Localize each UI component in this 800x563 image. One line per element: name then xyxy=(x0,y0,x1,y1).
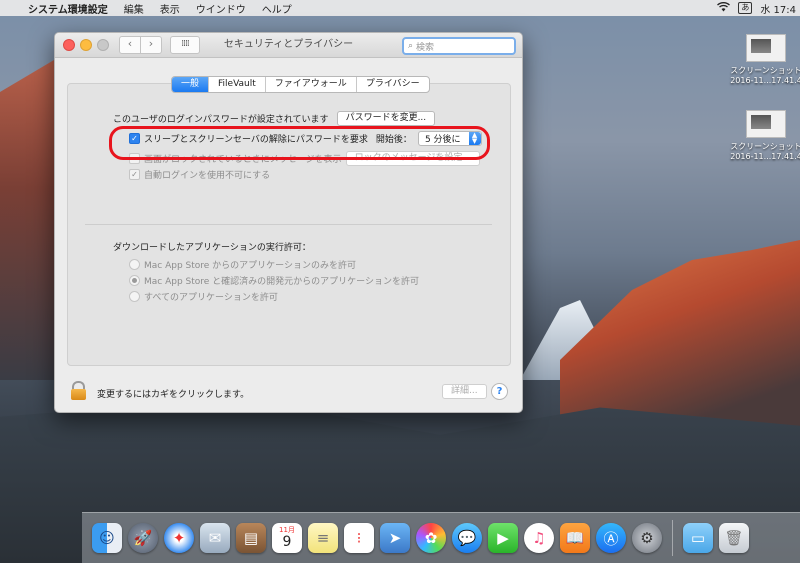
launchpad-icon[interactable]: 🚀 xyxy=(128,523,158,553)
screenshot-thumbnail-icon xyxy=(746,110,786,138)
dock-separator xyxy=(672,520,673,556)
mail-icon[interactable]: ✉ xyxy=(200,523,230,553)
ibooks-icon[interactable]: 📖 xyxy=(560,523,590,553)
input-source-icon[interactable]: あ xyxy=(738,2,753,14)
menu-app-name[interactable]: システム環境設定 xyxy=(26,1,116,16)
downloads-heading: ダウンロードしたアプリケーションの実行許可： xyxy=(113,240,311,253)
annotation-highlight-oval xyxy=(109,126,490,160)
zoom-window-button[interactable] xyxy=(97,39,109,51)
downloads-folder-icon[interactable]: ▭ xyxy=(683,523,713,553)
contacts-icon[interactable]: ▤ xyxy=(236,523,266,553)
password-row: このユーザのログインパスワードが設定されています パスワードを変更... xyxy=(113,111,436,126)
screenshot-thumbnail-icon xyxy=(746,34,786,62)
show-all-grid-button[interactable]: ⁞⁞⁞⁞ xyxy=(170,36,200,54)
desktop-icon-label: スクリーンショット xyxy=(730,142,800,151)
desktop-screenshot-1[interactable]: スクリーンショット 2016-11...17.41.4 xyxy=(726,34,800,86)
menu-clock[interactable]: 水 17:4 xyxy=(760,1,796,16)
menu-bar: システム環境設定 編集 表示 ウインドウ ヘルプ あ 水 17:4 xyxy=(0,0,800,16)
lock-text-row: 変更するにはカギをクリックします。 xyxy=(97,387,249,400)
disable-autologin-row: ✓ 自動ログインを使用不可にする xyxy=(129,168,270,181)
tab-filevault[interactable]: FileVault xyxy=(208,77,265,92)
dock: ☺ 🚀 ✦ ✉ ▤ 11月 9 ≡ ⁝ ➤ ✿ 💬 ▶ ♫ 📖 Ⓐ ⚙ ▭ 🗑 xyxy=(82,512,800,563)
calendar-icon[interactable]: 11月 9 xyxy=(272,523,302,553)
password-status-label: このユーザのログインパスワードが設定されています xyxy=(113,115,329,125)
desktop-screenshot-2[interactable]: スクリーンショット 2016-11...17.41.4 xyxy=(726,110,800,162)
desktop-icon-date: 2016-11...17.41.4 xyxy=(730,76,800,85)
calendar-day: 9 xyxy=(282,534,292,550)
facetime-icon[interactable]: ▶ xyxy=(488,523,518,553)
downloads-heading-label: ダウンロードしたアプリケーションの実行許可： xyxy=(113,243,311,253)
notes-icon[interactable]: ≡ xyxy=(308,523,338,553)
close-window-button[interactable] xyxy=(63,39,75,51)
calendar-month: 11月 xyxy=(279,526,295,534)
trash-icon[interactable]: 🗑 xyxy=(719,523,749,553)
photos-icon[interactable]: ✿ xyxy=(416,523,446,553)
security-privacy-window: ‹ › ⁞⁞⁞⁞ セキュリティとプライバシー ⌕ 検索 一般 FileVault… xyxy=(54,32,523,413)
tab-privacy[interactable]: プライバシー xyxy=(355,77,429,92)
advanced-button[interactable]: 詳細... xyxy=(442,384,487,399)
forward-button[interactable]: › xyxy=(141,36,162,54)
desktop-icon-label: スクリーンショット xyxy=(730,66,800,75)
search-icon: ⌕ xyxy=(408,41,414,51)
radio-button[interactable] xyxy=(129,291,140,302)
lock-instruction-text: 変更するにはカギをクリックします。 xyxy=(97,390,250,400)
finder-icon[interactable]: ☺ xyxy=(92,523,122,553)
window-titlebar[interactable]: ‹ › ⁞⁞⁞⁞ セキュリティとプライバシー ⌕ 検索 xyxy=(55,33,522,58)
menu-help[interactable]: ヘルプ xyxy=(254,1,300,16)
radio-label: Mac App Store と確認済みの開発元からのアプリケーションを許可 xyxy=(144,277,420,287)
radio-label: Mac App Store からのアプリケーションのみを許可 xyxy=(144,261,357,271)
safari-icon[interactable]: ✦ xyxy=(164,523,194,553)
system-preferences-icon[interactable]: ⚙ xyxy=(632,523,662,553)
lock-body xyxy=(71,389,86,400)
history-nav: ‹ › xyxy=(119,36,162,54)
tab-general[interactable]: 一般 xyxy=(172,77,209,92)
search-placeholder: 検索 xyxy=(416,42,435,53)
radio-button[interactable] xyxy=(129,259,140,270)
disable-autologin-label: 自動ログインを使用不可にする xyxy=(144,171,271,181)
change-password-button[interactable]: パスワードを変更... xyxy=(336,111,436,126)
search-field[interactable]: ⌕ 検索 xyxy=(402,37,516,55)
menu-view[interactable]: 表示 xyxy=(152,1,188,16)
reminders-icon[interactable]: ⁝ xyxy=(344,523,374,553)
desktop-icon-date: 2016-11...17.41.4 xyxy=(730,152,800,161)
wifi-icon[interactable] xyxy=(717,1,731,15)
menu-window[interactable]: ウインドウ xyxy=(188,1,254,16)
radio-button[interactable] xyxy=(129,275,140,286)
radio-label: すべてのアプリケーションを許可 xyxy=(144,293,278,303)
back-button[interactable]: ‹ xyxy=(119,36,141,54)
radio-app-store-only[interactable]: Mac App Store からのアプリケーションのみを許可 xyxy=(129,258,356,271)
maps-icon[interactable]: ➤ xyxy=(380,523,410,553)
messages-icon[interactable]: 💬 xyxy=(452,523,482,553)
radio-app-store-identified[interactable]: Mac App Store と確認済みの開発元からのアプリケーションを許可 xyxy=(129,274,419,287)
tab-bar: 一般 FileVault ファイアウォール プライバシー xyxy=(171,76,430,93)
help-button[interactable]: ? xyxy=(491,383,508,400)
radio-anywhere[interactable]: すべてのアプリケーションを許可 xyxy=(129,290,278,303)
minimize-window-button[interactable] xyxy=(80,39,92,51)
disable-autologin-checkbox[interactable]: ✓ xyxy=(129,169,140,180)
app-store-icon[interactable]: Ⓐ xyxy=(596,523,626,553)
traffic-lights xyxy=(63,39,109,51)
menu-edit[interactable]: 編集 xyxy=(116,1,152,16)
itunes-icon[interactable]: ♫ xyxy=(524,523,554,553)
tab-firewall[interactable]: ファイアウォール xyxy=(264,77,356,92)
section-divider xyxy=(85,224,492,225)
menu-extras: あ 水 17:4 xyxy=(717,1,800,16)
